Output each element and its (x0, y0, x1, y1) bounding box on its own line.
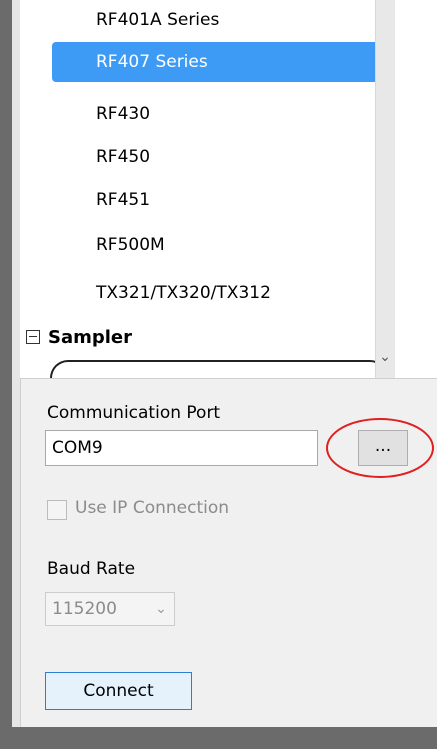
group-header-label: Sampler (48, 327, 133, 348)
scroll-down-icon[interactable]: ⌄ (376, 345, 394, 369)
group-header-sampler[interactable]: Sampler (26, 320, 132, 356)
list-item-rf500m[interactable]: RF500M (52, 225, 386, 265)
collapse-icon[interactable] (26, 330, 40, 344)
list-item-rf450[interactable]: RF450 (52, 137, 386, 177)
use-ip-label: Use IP Connection (75, 498, 230, 518)
baud-label: Baud Rate (47, 559, 136, 579)
window-frame-bottom (0, 727, 437, 749)
use-ip-checkbox[interactable] (47, 500, 67, 520)
window-frame-left (0, 0, 12, 749)
connect-button[interactable]: Connect (45, 672, 192, 710)
scrollbar[interactable] (375, 0, 395, 378)
window-border-left (12, 0, 20, 749)
highlight-annotation (326, 418, 434, 478)
window-background (404, 0, 437, 378)
list-item-rf407-selected[interactable]: RF407 Series (52, 42, 386, 82)
list-item-rf430[interactable]: RF430 (52, 94, 386, 134)
list-item-rf401a[interactable]: RF401A Series (52, 0, 386, 40)
list-item-rf451[interactable]: RF451 (52, 180, 386, 220)
chevron-down-icon[interactable]: ⌄ (150, 592, 172, 626)
list-item-tx321[interactable]: TX321/TX320/TX312 (52, 273, 386, 313)
port-input[interactable]: COM9 (45, 430, 318, 466)
port-label: Communication Port (47, 403, 221, 423)
